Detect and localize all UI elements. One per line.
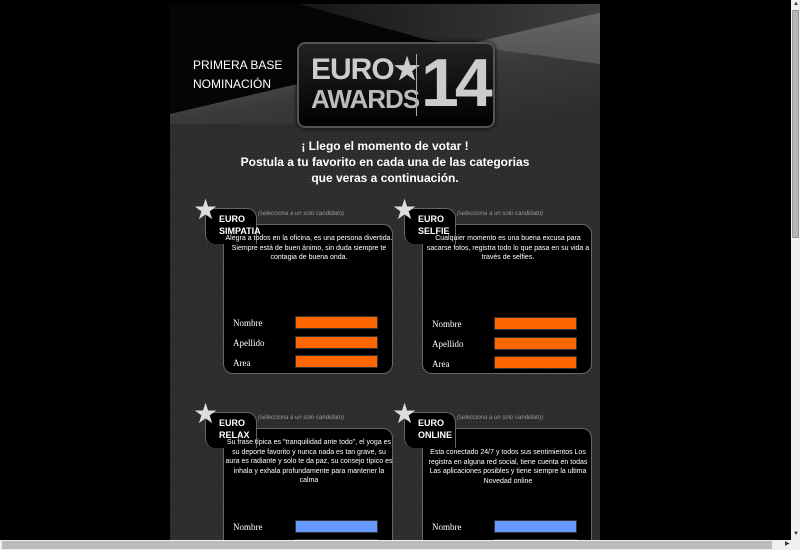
- card-description: Cualquier momento es una buena excusa pa…: [426, 235, 590, 261]
- intro-line-2: Postula a tu favorito en cada una de las…: [240, 155, 530, 169]
- scroll-up-icon[interactable]: ▲: [793, 1, 799, 8]
- logo-number: 14: [421, 45, 493, 121]
- intro-line-1: ¡ Llego el momento de votar !: [301, 139, 469, 153]
- card-description: Su frase típica es "tranquilidad ante to…: [225, 439, 393, 484]
- apellido-input[interactable]: [295, 336, 378, 349]
- star-icon: ★: [392, 398, 418, 429]
- category-card-simpatia: ★ EURO SIMPATIA (selecciona a un solo ca…: [193, 196, 393, 388]
- nombre-label: Nombre: [233, 522, 263, 532]
- header-title: PRIMERA BASE NOMINACIÓN: [193, 56, 282, 94]
- horizontal-scroll-thumb[interactable]: [2, 541, 772, 549]
- nombre-input[interactable]: [494, 317, 577, 330]
- intro-line-3: que veras a continuación.: [311, 171, 459, 185]
- nombre-input[interactable]: [295, 520, 378, 533]
- card-description: Esta conectado 24/7 y todos sus sentimie…: [428, 449, 588, 485]
- apellido-label: Apellido: [233, 338, 265, 348]
- category-card-selfie: ★ EURO SELFIE (selecciona a un solo cand…: [392, 196, 592, 388]
- area-label: Area: [432, 359, 450, 369]
- logo-euro: EURO★: [311, 53, 421, 86]
- card-title: EURO: [219, 418, 246, 428]
- euro-awards-logo: EURO★ AWARDS 14: [297, 42, 495, 128]
- horizontal-scrollbar[interactable]: ▶: [0, 540, 800, 550]
- card-note: (selecciona a un solo candidato): [258, 211, 345, 217]
- card-description: Alegra a todos en la oficina, es una per…: [225, 235, 393, 261]
- category-card-online: ★ EURO ONLINE (selecciona a un solo cand…: [392, 400, 592, 540]
- category-card-relax: ★ EURO RELAX (selecciona a un solo candi…: [193, 400, 393, 540]
- page-content: PRIMERA BASE NOMINACIÓN EURO★ AWARDS 14 …: [170, 4, 600, 540]
- star-icon: ★: [193, 398, 219, 429]
- nombre-input[interactable]: [494, 520, 577, 533]
- logo-awards: AWARDS: [311, 84, 420, 114]
- card-title: EURO: [418, 214, 445, 224]
- card-note: (selecciona a un solo candidato): [457, 211, 544, 217]
- apellido-input[interactable]: [494, 337, 577, 350]
- scroll-down-icon[interactable]: ▼: [793, 531, 799, 538]
- nombre-input[interactable]: [295, 316, 378, 329]
- card-note: (selecciona a un solo candidato): [258, 415, 345, 421]
- card-category: ONLINE: [418, 430, 453, 440]
- nombre-label: Nombre: [432, 522, 462, 532]
- card-title: EURO: [219, 214, 246, 224]
- card-note: (selecciona a un solo candidato): [457, 415, 544, 421]
- area-input[interactable]: [494, 356, 577, 369]
- star-icon: ★: [193, 194, 219, 225]
- nombre-label: Nombre: [432, 319, 462, 329]
- vertical-scrollbar[interactable]: ▲ ▼: [791, 0, 800, 540]
- nombre-label: Nombre: [233, 318, 263, 328]
- area-input[interactable]: [295, 355, 378, 368]
- card-title: EURO: [418, 418, 445, 428]
- intro-text: ¡ Llego el momento de votar ! Postula a …: [170, 138, 600, 186]
- star-icon: ★: [392, 194, 418, 225]
- scroll-right-icon[interactable]: ▶: [785, 541, 790, 548]
- header-line-2: NOMINACIÓN: [193, 77, 271, 91]
- vertical-scroll-thumb[interactable]: [792, 10, 799, 238]
- area-label: Area: [233, 358, 251, 368]
- header-line-1: PRIMERA BASE: [193, 58, 283, 72]
- apellido-label: Apellido: [432, 339, 464, 349]
